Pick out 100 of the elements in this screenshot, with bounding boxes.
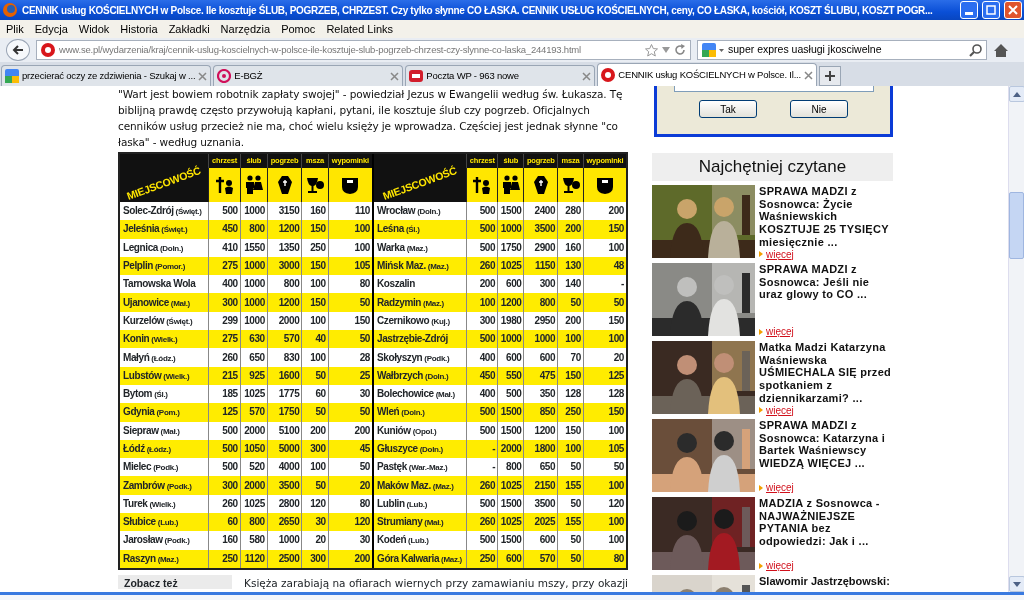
table-cell: 250	[208, 549, 241, 568]
table-cell: 2000	[240, 421, 268, 440]
close-icon[interactable]	[582, 71, 592, 81]
table-cell: 20	[583, 348, 626, 367]
table-cell: 2025	[524, 513, 558, 532]
table-cell: 650	[240, 348, 268, 367]
place-name: Radzymin	[377, 296, 422, 308]
menu-item[interactable]: Pomoc	[281, 20, 316, 38]
table-cell: 150	[583, 220, 626, 239]
dialog-button[interactable]: Nie	[790, 100, 848, 118]
star-icon[interactable]	[645, 43, 658, 57]
search-field[interactable]: super expres uasługi jkosciwelne	[697, 40, 987, 60]
table-cell: 1000	[240, 293, 268, 312]
maximize-button[interactable]	[982, 1, 1000, 19]
menu-item[interactable]: Historia	[120, 20, 158, 38]
more-link[interactable]: więcej	[766, 248, 794, 260]
table-cell: 1600	[267, 366, 302, 385]
menu-item[interactable]: Narzędzia	[220, 20, 271, 38]
browser-tab[interactable]: E-BGŻ	[213, 65, 404, 86]
scroll-down-icon[interactable]	[1013, 581, 1021, 587]
table-cell: 105	[328, 256, 372, 276]
place-name: Leśna	[377, 223, 404, 235]
chevron-icon	[759, 328, 763, 335]
home-icon[interactable]	[993, 42, 1009, 58]
more-link[interactable]: więcej	[766, 404, 794, 416]
maximize-icon	[985, 4, 997, 16]
browser-tab[interactable]: przecierać oczy ze zdziwienia - Szukaj w ...	[1, 65, 212, 86]
place-name: Jastrzębie-Zdrój	[377, 333, 448, 345]
place-name: Koszalin	[377, 278, 415, 290]
region-label: (Lub.)	[408, 536, 429, 546]
menu-item[interactable]: Zakładki	[168, 20, 210, 38]
address-field[interactable]: www.se.pl/wydarzenia/kraj/cennik-uslug-koscielnych-w-polsce-ile-kosztuje-slub-pogrzeb-chrzest-czy-slynne-co-laska_244193.html	[36, 40, 691, 60]
scrollbar-thumb[interactable]	[1009, 192, 1024, 259]
table-cell: 500	[466, 403, 498, 422]
table-cell: 1500	[497, 421, 524, 440]
table-cell: 1350	[267, 238, 302, 257]
table-cell: 250	[301, 238, 329, 257]
table-cell: 275	[208, 256, 241, 276]
input-field[interactable]	[673, 86, 874, 92]
table-cell: 1050	[240, 439, 268, 459]
plus-icon	[824, 71, 835, 81]
menu-item[interactable]: Plik	[6, 20, 24, 38]
table-cell: 155	[557, 513, 584, 532]
menu-item[interactable]: Widok	[78, 20, 110, 38]
browser-tab[interactable]: Poczta WP - 963 nowe	[405, 65, 596, 86]
table-cell: 600	[524, 531, 558, 550]
dialog-button[interactable]: Tak	[699, 100, 757, 118]
new-tab-button[interactable]	[818, 66, 841, 86]
table-cell: 800	[524, 293, 558, 312]
table-cell: 160	[557, 238, 584, 257]
article-link[interactable]: Matka Madzi Katarzyna Waśniewska UŚMIECHALA SIĘ przed spotkaniem z dziennikarzami? ...	[759, 341, 893, 405]
browser-tab[interactable]: CENNIK usług KOŚCIELNYCH w Polsce. Il...	[597, 63, 817, 86]
table-cell: 2900	[524, 238, 558, 257]
place-name: Skołyszyn	[377, 351, 423, 363]
article-link[interactable]: MADZIA z Sosnowca - NAJWAŻNIEJSZE PYTANIA bez odpowiedzi: Jak i ...	[759, 497, 893, 548]
menu-item[interactable]: Related Links	[326, 20, 394, 38]
reload-icon[interactable]	[674, 44, 686, 56]
region-label: (Doln.)	[160, 243, 184, 253]
region-label: (Doln.)	[417, 207, 441, 217]
close-icon[interactable]	[390, 71, 400, 81]
close-icon[interactable]	[198, 71, 208, 81]
more-link[interactable]: więcej	[766, 326, 794, 337]
place-name: Bytom	[123, 388, 153, 400]
table-cell: 475	[524, 366, 558, 385]
more-link[interactable]: więcej	[766, 482, 794, 493]
table-cell: 2150	[524, 476, 558, 495]
table-cell: 50	[557, 549, 584, 568]
dropdown-arrow-icon[interactable]	[662, 47, 670, 53]
article-link[interactable]: SPRAWA MADZI z Sosnowca: Życie Waśniewskich KOSZTUJE 25 TYSIĘCY miesięcznie ...	[759, 185, 893, 249]
article-link[interactable]: SPRAWA MADZI z Sosnowca: Katarzyna i Bartek Waśniewscy WIEDZĄ WIĘCEJ ...	[759, 419, 893, 470]
close-icon[interactable]	[803, 70, 813, 80]
table-cell: 215	[208, 366, 241, 385]
chevron-icon	[759, 562, 763, 569]
table-cell: 3500	[267, 476, 302, 495]
search-icon[interactable]	[969, 43, 982, 57]
minimize-button[interactable]	[960, 1, 978, 19]
table-cell: 50	[557, 293, 584, 312]
menu-item[interactable]: Edycja	[34, 20, 68, 38]
table-cell: 1000	[497, 330, 524, 349]
table-cell: 1025	[497, 256, 524, 276]
search-input[interactable]: super expres uasługi jkosciwelne	[728, 42, 965, 58]
table-cell: 30	[301, 513, 329, 532]
article-link[interactable]: Slawomir Jastrzębowski:	[759, 575, 893, 588]
google-logo-icon[interactable]	[702, 43, 724, 57]
table-cell: 1800	[524, 439, 558, 459]
article-link[interactable]: SPRAWA MADZI z Sosnowca: Jeśli nie uraz glowy to CO ...	[759, 263, 893, 302]
scrollbar[interactable]	[1008, 86, 1024, 592]
close-button[interactable]	[1004, 1, 1022, 19]
place-name: Lubstów	[123, 369, 162, 381]
table-cell: 2650	[267, 513, 302, 532]
table-cell: 100	[557, 439, 584, 459]
place-name: Słubice	[123, 516, 156, 528]
table-cell: 100	[583, 531, 626, 550]
scroll-up-icon[interactable]	[1013, 91, 1021, 97]
region-label: (Lub.)	[406, 499, 427, 509]
more-link[interactable]: więcej	[766, 560, 794, 571]
table-cell: 50	[301, 366, 329, 385]
table-cell: 5000	[267, 439, 302, 459]
back-button[interactable]	[6, 39, 30, 61]
chevron-icon	[759, 484, 763, 491]
